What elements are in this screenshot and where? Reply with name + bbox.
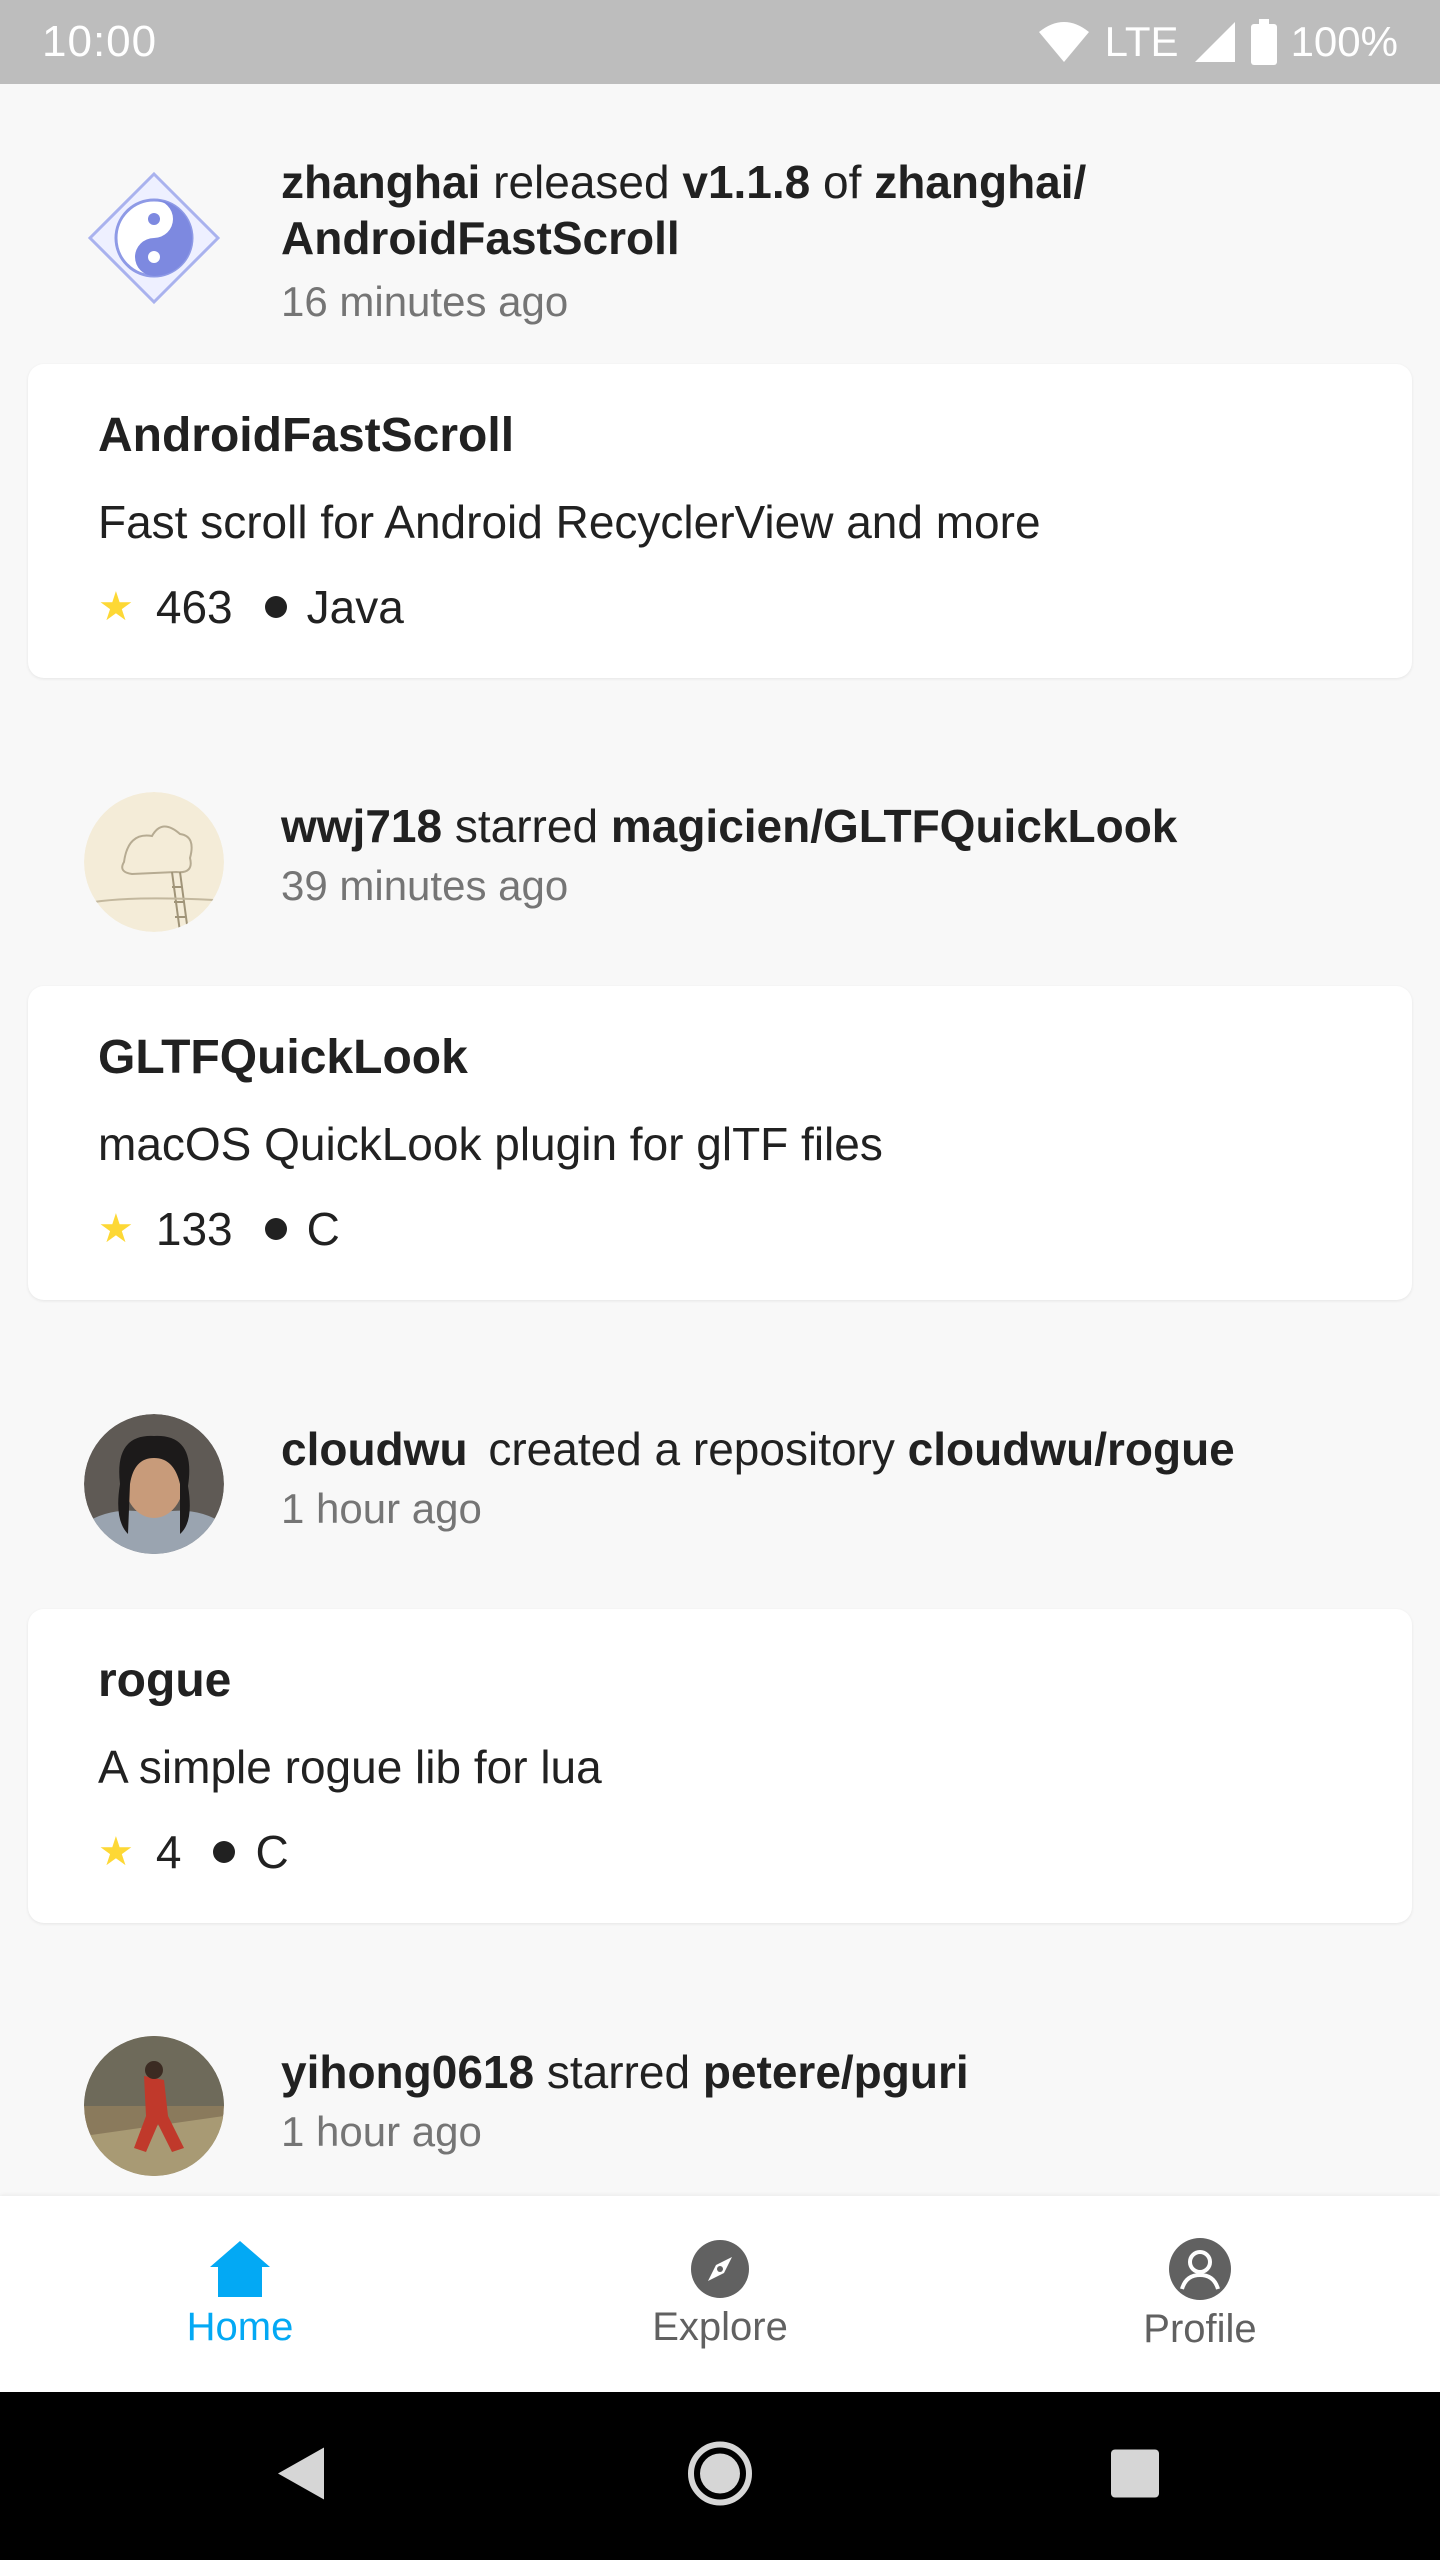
nav-explore-label: Explore — [652, 2304, 788, 2349]
event-description: zhanghai released v1.1.8 of zhanghai/ An… — [281, 154, 1381, 266]
home-system-button[interactable] — [687, 2441, 753, 2512]
event-time: 1 hour ago — [281, 2108, 482, 2155]
event-version[interactable]: v1.1.8 — [682, 156, 810, 208]
nav-home-label: Home — [186, 2304, 294, 2349]
event-actor[interactable]: wwj718 — [281, 800, 442, 852]
status-time: 10:00 — [42, 17, 158, 66]
repo-language: C — [306, 1203, 340, 1255]
repo-language: C — [255, 1826, 289, 1878]
repo-meta: ★ 463 Java — [98, 580, 404, 634]
photo-avatar-icon — [84, 2036, 224, 2176]
feed-list[interactable]: zhanghai released v1.1.8 of zhanghai/ An… — [0, 84, 1440, 2196]
system-navigation-bar — [0, 2392, 1440, 2560]
event-actor[interactable]: cloudwu — [281, 1423, 468, 1475]
compass-icon — [691, 2239, 749, 2298]
back-button[interactable] — [272, 2444, 328, 2509]
bottom-navigation: Home Explore Profile — [0, 2196, 1440, 2392]
event-target[interactable]: zhanghai/ — [874, 156, 1086, 208]
language-dot-icon — [264, 596, 287, 618]
event-target[interactable]: cloudwu/rogue — [908, 1423, 1235, 1475]
back-triangle-icon — [278, 2447, 324, 2500]
repo-description: Fast scroll for Android RecyclerView and… — [98, 496, 1041, 548]
recents-button[interactable] — [1109, 2448, 1161, 2505]
avatar[interactable] — [84, 2036, 224, 2176]
repo-language: Java — [306, 581, 404, 633]
profile-icon — [1169, 2237, 1231, 2300]
event-time: 16 minutes ago — [281, 278, 569, 325]
wifi-icon — [1037, 20, 1091, 64]
repo-name: AndroidFastScroll — [98, 409, 515, 462]
repo-card[interactable]: GLTFQuickLook macOS QuickLook plugin for… — [28, 986, 1412, 1300]
event-description: wwj718 starred magicien/GLTFQuickLook — [281, 798, 1381, 854]
event-action: created a repository — [488, 1423, 895, 1475]
home-circle-icon — [688, 2441, 752, 2506]
event-actor[interactable]: yihong0618 — [281, 2046, 534, 2098]
language-dot-icon — [213, 1841, 236, 1863]
star-icon: ★ — [98, 1207, 134, 1251]
event-header[interactable]: wwj718 starred magicien/GLTFQuickLook 39… — [0, 706, 1440, 932]
repo-meta: ★ 133 C — [98, 1202, 340, 1256]
event-description: cloudwu created a repository cloudwu/rog… — [281, 1421, 1381, 1477]
repo-stars: 133 — [155, 1203, 233, 1255]
nav-profile[interactable]: Profile — [960, 2196, 1440, 2392]
star-icon: ★ — [98, 1830, 134, 1874]
sketch-avatar-icon — [84, 792, 224, 932]
event-header[interactable]: cloudwu created a repository cloudwu/rog… — [0, 1329, 1440, 1554]
event-header[interactable]: zhanghai released v1.1.8 of zhanghai/ An… — [0, 84, 1440, 325]
battery-icon — [1250, 19, 1277, 65]
yin-yang-avatar-icon — [84, 168, 224, 308]
battery-level: 100% — [1290, 18, 1398, 65]
event-target[interactable]: petere/pguri — [703, 2046, 969, 2098]
event-target-repo[interactable]: AndroidFastScroll — [281, 212, 680, 264]
event-time: 39 minutes ago — [281, 862, 569, 909]
nav-explore[interactable]: Explore — [480, 2196, 960, 2392]
status-bar: 10:00 LTE 100% — [0, 0, 1440, 84]
event-actor[interactable]: zhanghai — [281, 156, 480, 208]
repo-stars: 463 — [155, 581, 233, 633]
language-dot-icon — [264, 1218, 287, 1240]
avatar[interactable] — [84, 168, 224, 308]
event-time: 1 hour ago — [281, 1485, 482, 1532]
repo-name: GLTFQuickLook — [98, 1031, 468, 1084]
avatar[interactable] — [84, 1414, 224, 1554]
repo-stars: 4 — [155, 1826, 182, 1878]
repo-description: macOS QuickLook plugin for glTF files — [98, 1118, 883, 1170]
event-header[interactable]: yihong0618 starred petere/pguri 1 hour a… — [0, 1952, 1440, 2176]
repo-card[interactable]: rogue A simple rogue lib for lua ★ 4 C — [28, 1609, 1412, 1923]
recents-square-icon — [1111, 2449, 1159, 2498]
event-action: released — [493, 156, 670, 208]
nav-home[interactable]: Home — [0, 2196, 480, 2392]
home-icon — [210, 2240, 270, 2297]
status-indicators: LTE 100% — [1037, 18, 1398, 66]
repo-description: A simple rogue lib for lua — [98, 1741, 602, 1793]
nav-profile-label: Profile — [1143, 2306, 1257, 2351]
photo-avatar-icon — [84, 1414, 224, 1554]
event-target[interactable]: magicien/GLTFQuickLook — [611, 800, 1178, 852]
event-action: starred — [546, 2046, 691, 2098]
event-description: yihong0618 starred petere/pguri — [281, 2044, 1381, 2100]
repo-name: rogue — [98, 1654, 232, 1707]
event-action-of: of — [823, 156, 862, 208]
signal-icon — [1193, 20, 1237, 64]
repo-card[interactable]: AndroidFastScroll Fast scroll for Androi… — [28, 364, 1412, 678]
avatar[interactable] — [84, 792, 224, 932]
repo-meta: ★ 4 C — [98, 1825, 289, 1879]
event-action: starred — [454, 800, 599, 852]
star-icon: ★ — [98, 585, 134, 629]
network-type: LTE — [1104, 18, 1179, 65]
